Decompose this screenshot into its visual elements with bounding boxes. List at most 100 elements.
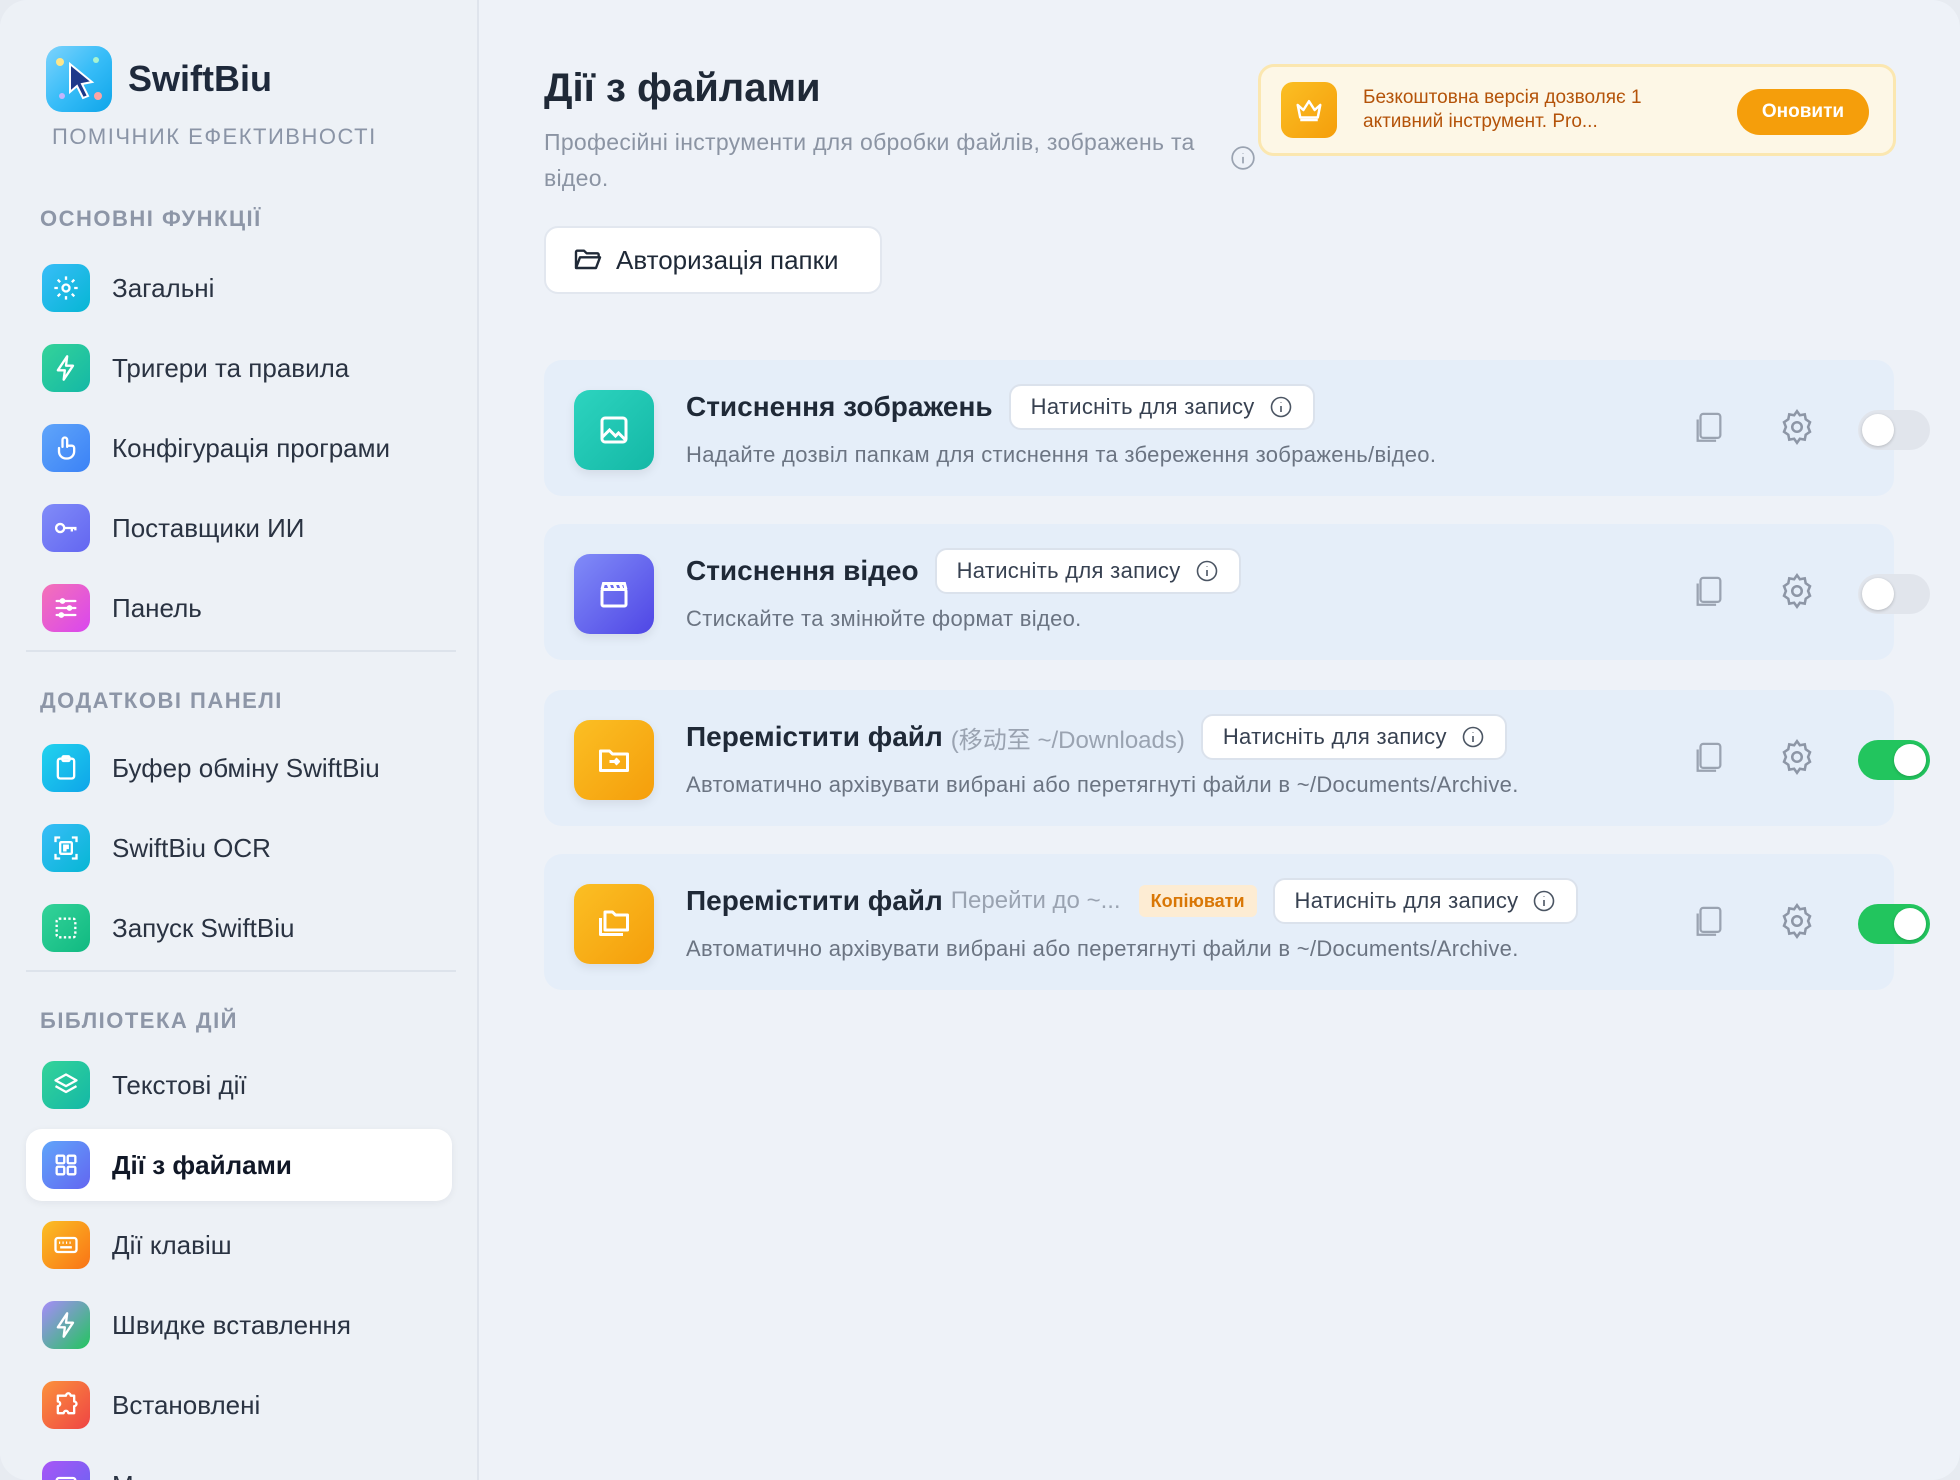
settings-gear-icon[interactable] [1778, 902, 1816, 940]
card-title: Стиснення зображень [686, 391, 993, 422]
enable-toggle[interactable] [1858, 740, 1930, 780]
toggle-knob [1862, 578, 1894, 610]
app-logo-icon [46, 46, 112, 112]
folder-authorization-label: Авторизація папки [616, 244, 839, 275]
settings-gear-icon[interactable] [1778, 738, 1816, 776]
card-description: Надайте дозвіл папкам для стиснення та з… [686, 442, 1437, 467]
folder-authorization-button[interactable]: Авторизація папки [544, 226, 882, 294]
record-shortcut-button[interactable]: Натисніть для запису [934, 548, 1241, 594]
sidebar-item-key-actions[interactable]: Дії клавіш [26, 1209, 452, 1281]
sidebar-item-quick-paste[interactable]: Швидке вставлення [26, 1289, 452, 1361]
action-card-video-compress: Стиснення відео Натисніть для запису Сти… [544, 524, 1930, 660]
sidebar-item-label: Поставщики ИИ [112, 512, 305, 543]
grid-icon [42, 1141, 90, 1189]
copy-icon[interactable] [1692, 740, 1726, 776]
gear-icon [42, 264, 90, 312]
brand: SwiftBiu [46, 46, 272, 112]
sidebar-item-general[interactable]: Загальні [26, 252, 452, 324]
card-description: Автоматично архівувати вибрані або перет… [686, 772, 1519, 797]
card-description: Стискайте та змінюйте формат відео. [686, 606, 1082, 631]
record-shortcut-button[interactable]: Натисніть для запису [1272, 878, 1579, 924]
card-header: Стиснення відео Натисніть для запису [686, 548, 1241, 594]
toggle-knob [1894, 908, 1926, 940]
layers-icon [42, 1061, 90, 1109]
sidebar-item-label: М [112, 1470, 134, 1480]
enable-toggle[interactable] [1858, 410, 1930, 450]
app-window: SwiftBiu ПОМІЧНИК ЕФЕКТИВНОСТІ ОСНОВНІ Ф… [0, 0, 1960, 1480]
info-icon [1196, 560, 1217, 582]
sidebar-item-label: Дії клавіш [112, 1229, 232, 1260]
sidebar-item-installed[interactable]: Встановлені [26, 1369, 452, 1441]
sidebar-item-triggers[interactable]: Тригери та правила [26, 332, 452, 404]
clapperboard-icon [574, 554, 654, 634]
sidebar-item-clipboard[interactable]: Буфер обміну SwiftBiu [26, 732, 452, 804]
scan-text-icon [42, 824, 90, 872]
sidebar-item-more[interactable]: М [26, 1449, 452, 1480]
record-shortcut-label: Натисніть для запису [1030, 394, 1255, 419]
puzzle-icon [42, 1381, 90, 1429]
sidebar-item-label: Встановлені [112, 1389, 261, 1420]
card-header: Перемістити файл Перейти до ~... Копіюва… [686, 878, 1579, 924]
sidebar-item-launcher[interactable]: Запуск SwiftBiu [26, 892, 452, 964]
bolt-icon [42, 1301, 90, 1349]
sidebar-item-label: Загальні [112, 272, 215, 303]
key-icon [42, 504, 90, 552]
settings-gear-icon[interactable] [1778, 408, 1816, 446]
sidebar-item-label: Буфер обміну SwiftBiu [112, 752, 380, 783]
enable-toggle[interactable] [1858, 904, 1930, 944]
record-shortcut-label: Натисніть для запису [956, 558, 1181, 583]
record-shortcut-button[interactable]: Натисніть для запису [1200, 714, 1507, 760]
copy-icon[interactable] [1692, 904, 1726, 940]
enable-toggle[interactable] [1858, 574, 1930, 614]
sidebar-item-label: Дії з файлами [112, 1149, 292, 1180]
sidebar-item-ai-providers[interactable]: Поставщики ИИ [26, 492, 452, 564]
action-card-move-file-copy: Перемістити файл Перейти до ~... Копіюва… [544, 854, 1930, 990]
copy-icon[interactable] [1692, 410, 1726, 446]
app-name: SwiftBiu [128, 58, 272, 99]
sliders-icon [42, 584, 90, 632]
app-subtitle: ПОМІЧНИК ЕФЕКТИВНОСТІ [52, 124, 377, 149]
folders-icon [574, 884, 654, 964]
main-content: Дії з файлами Професійні інструменти для… [480, 0, 1960, 1480]
bolt-icon [42, 344, 90, 392]
card-title: Перемістити файл [686, 885, 943, 916]
sidebar-item-label: Запуск SwiftBiu [112, 912, 295, 943]
section-panels-title: ДОДАТКОВІ ПАНЕЛІ [40, 688, 283, 713]
section-core-title: ОСНОВНІ ФУНКЦІЇ [40, 206, 262, 231]
settings-gear-icon[interactable] [1778, 572, 1816, 610]
upgrade-button[interactable]: Оновити [1737, 89, 1869, 135]
record-shortcut-button[interactable]: Натисніть для запису [1008, 384, 1315, 430]
divider [26, 650, 456, 652]
launcher-grid-icon [42, 904, 90, 952]
action-card-image-compress: Стиснення зображень Натисніть для запису… [544, 360, 1930, 496]
sidebar-item-label: SwiftBiu OCR [112, 832, 271, 863]
sidebar-item-app-config[interactable]: Конфігурація програми [26, 412, 452, 484]
info-icon [1534, 890, 1555, 912]
sidebar-item-text-actions[interactable]: Текстові дії [26, 1049, 452, 1121]
store-icon [42, 1461, 90, 1480]
card-header: Перемістити файл (移动至 ~/Downloads) Натис… [686, 714, 1507, 760]
card-header: Стиснення зображень Натисніть для запису [686, 384, 1315, 430]
toggle-knob [1862, 414, 1894, 446]
page-description: Професійні інструменти для обробки файлі… [544, 129, 1195, 191]
toggle-knob [1894, 744, 1926, 776]
copy-icon[interactable] [1692, 574, 1726, 610]
sidebar-item-panel[interactable]: Панель [26, 572, 452, 644]
page-title: Дії з файлами [544, 66, 821, 110]
card-subtitle: (移动至 ~/Downloads) [950, 726, 1185, 754]
info-icon[interactable] [1230, 145, 1256, 171]
info-icon [1462, 726, 1484, 748]
record-shortcut-label: Натисніть для запису [1222, 724, 1447, 749]
clipboard-icon [42, 744, 90, 792]
sidebar-item-ocr[interactable]: SwiftBiu OCR [26, 812, 452, 884]
pointer-hand-icon [42, 424, 90, 472]
sidebar-item-label: Швидке вставлення [112, 1309, 351, 1340]
sidebar-item-file-actions[interactable]: Дії з файлами [26, 1129, 452, 1201]
crown-icon [1281, 82, 1337, 138]
card-description: Автоматично архівувати вибрані або перет… [686, 936, 1519, 961]
copy-badge: Копіювати [1138, 885, 1257, 917]
keyboard-icon [42, 1221, 90, 1269]
card-title: Стиснення відео [686, 555, 919, 586]
folder-arrow-icon [574, 720, 654, 800]
sidebar-item-label: Тригери та правила [112, 352, 350, 383]
